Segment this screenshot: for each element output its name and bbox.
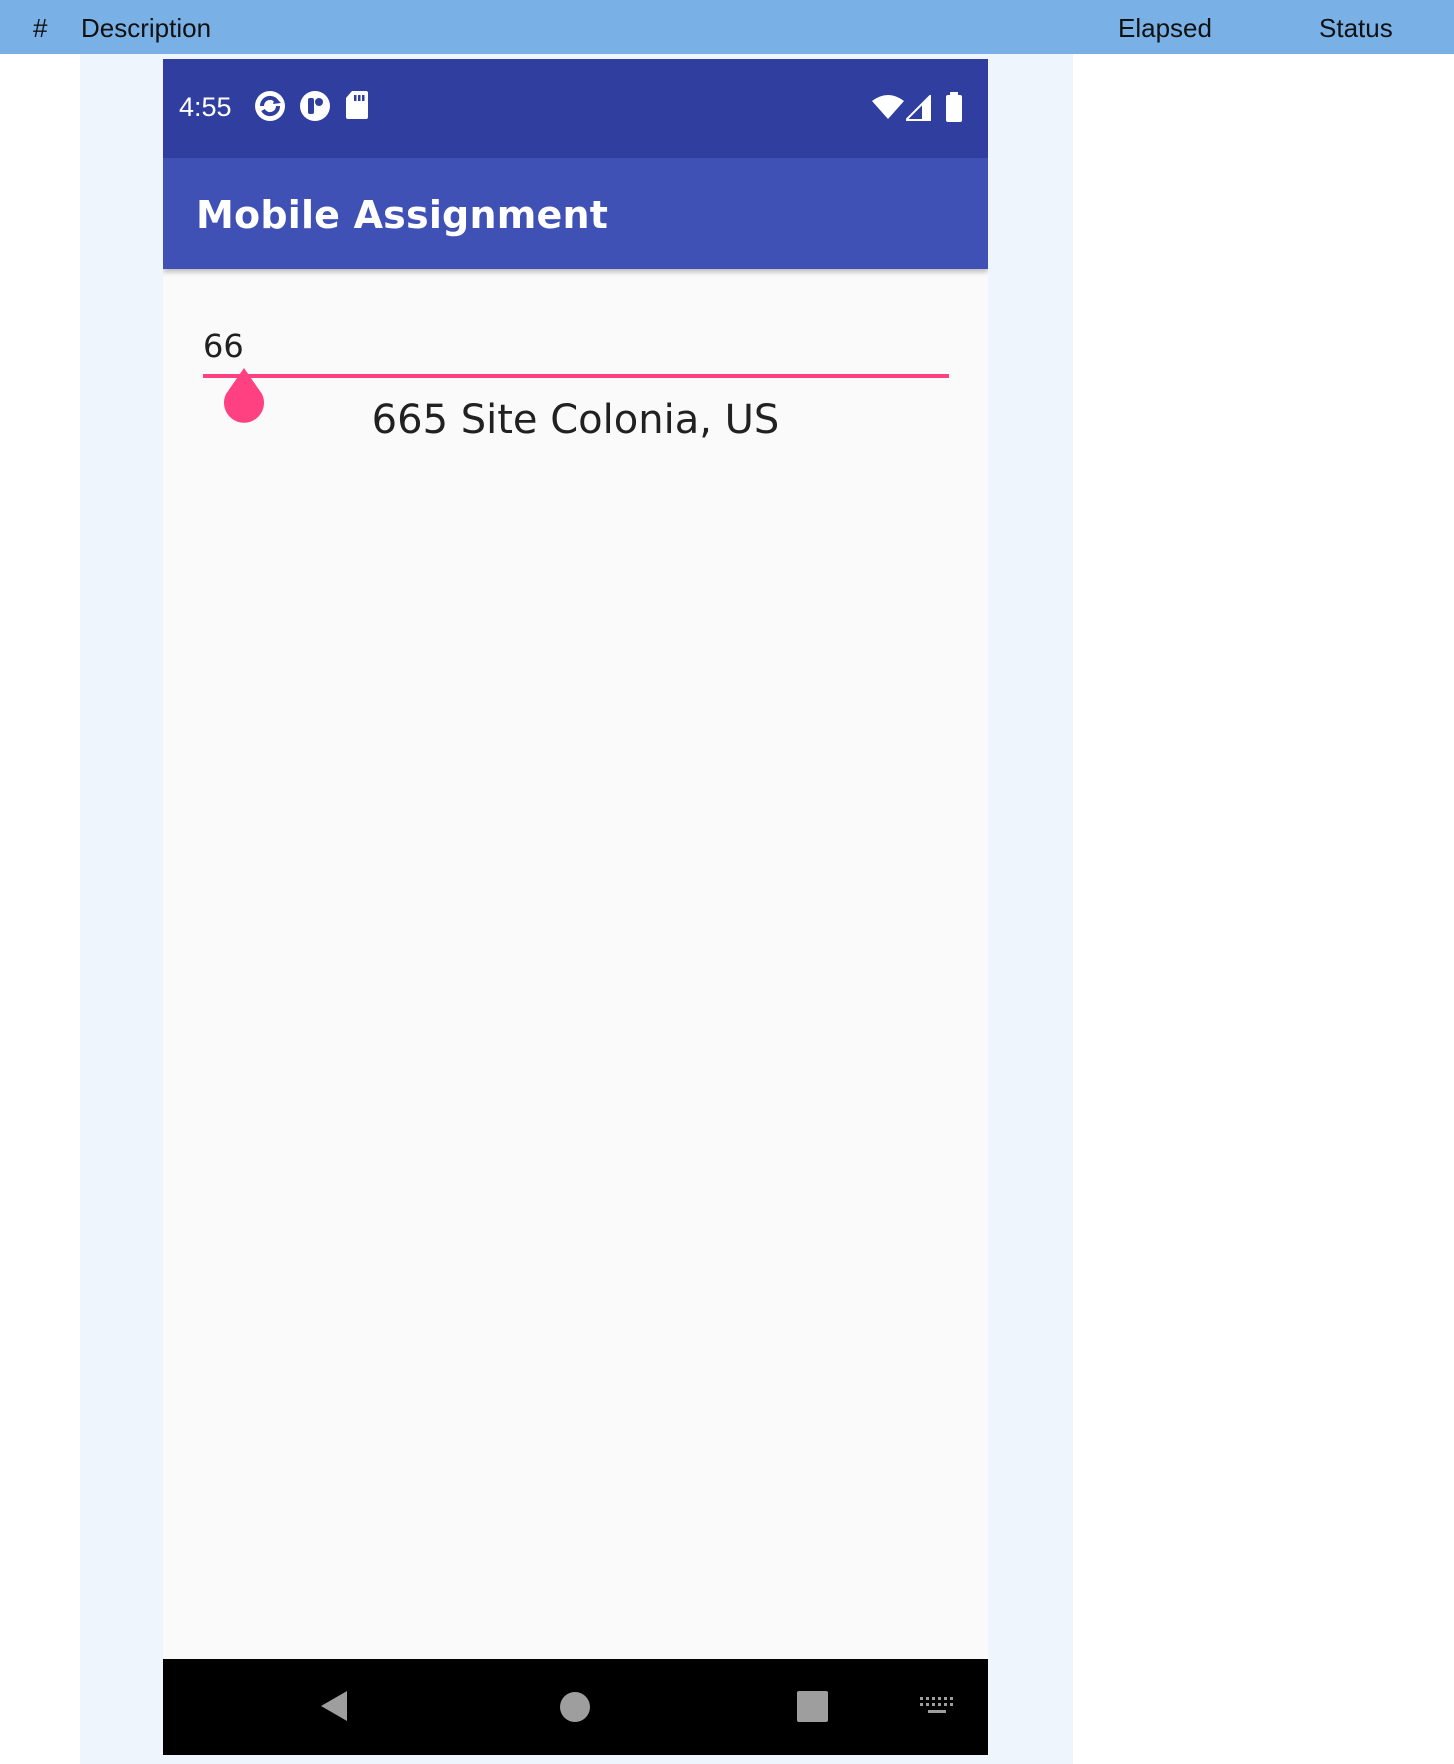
address-text: 665 Site Colonia, US	[371, 397, 780, 443]
column-header-number: #	[33, 13, 48, 43]
device-screenshot: 4:55 Mobile Assignment 66 665 Site Colon…	[163, 59, 988, 1755]
keyboard-icon[interactable]	[920, 1697, 954, 1717]
recents-icon[interactable]	[797, 1691, 828, 1722]
cell-signal-icon	[906, 95, 931, 121]
status-time: 4:55	[179, 92, 232, 122]
home-icon[interactable]	[559, 1691, 591, 1723]
app-notification-icon	[300, 91, 330, 121]
column-header-status: Status	[1319, 13, 1393, 43]
sync-icon	[255, 91, 285, 121]
wifi-icon	[872, 95, 904, 119]
battery-icon	[946, 92, 962, 122]
app-toolbar: Mobile Assignment	[163, 158, 988, 269]
column-header-description: Description	[81, 13, 212, 43]
results-table-header: # Description Elapsed Status	[0, 0, 1454, 54]
status-bar: 4:55	[163, 59, 988, 158]
back-icon[interactable]	[319, 1689, 349, 1723]
column-header-elapsed: Elapsed	[1118, 13, 1212, 43]
app-title: Mobile Assignment	[196, 193, 609, 237]
seekbar-value-label: 66	[203, 327, 244, 365]
seekbar-track[interactable]	[203, 374, 949, 378]
navigation-bar	[163, 1659, 988, 1755]
sd-card-icon	[346, 91, 368, 119]
